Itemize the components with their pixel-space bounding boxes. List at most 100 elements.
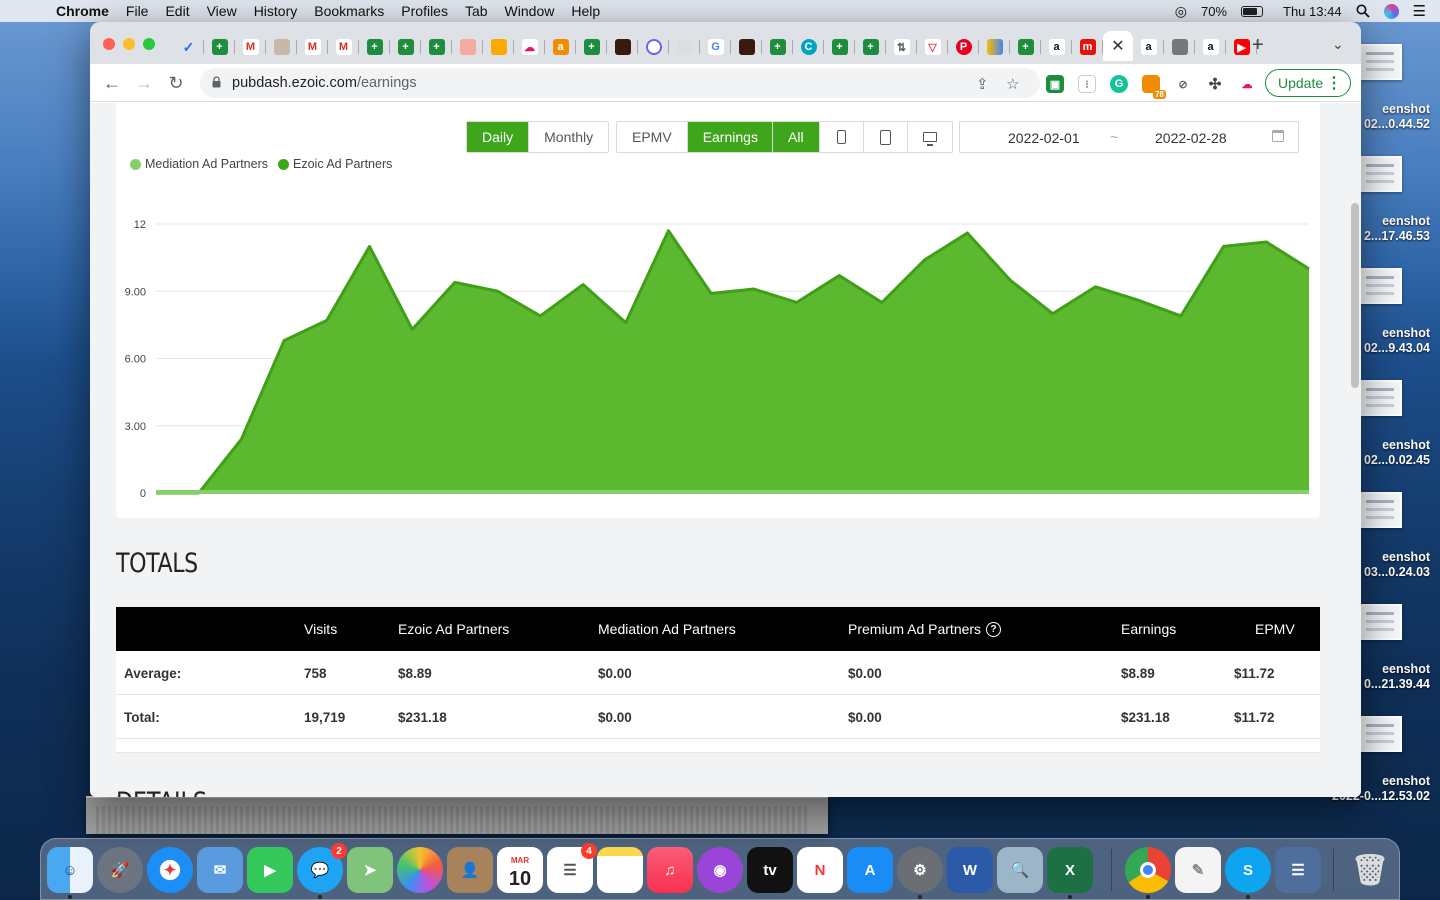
menu-bookmarks[interactable]: Bookmarks bbox=[314, 3, 384, 19]
finder-icon[interactable]: ☺ bbox=[47, 847, 93, 893]
mail-icon[interactable]: ✉ bbox=[197, 847, 243, 893]
menubar-clock[interactable]: Thu 13:44 bbox=[1283, 4, 1342, 19]
tab[interactable]: + bbox=[762, 35, 793, 59]
close-window-button[interactable] bbox=[103, 38, 115, 50]
tablet-device-button[interactable] bbox=[864, 122, 908, 152]
skype-icon[interactable]: S bbox=[1225, 847, 1271, 893]
messages-icon[interactable]: 💬 2 bbox=[297, 843, 347, 893]
menu-edit[interactable]: Edit bbox=[165, 3, 189, 19]
safari-icon[interactable]: ✦ bbox=[147, 847, 193, 893]
ezoic-area[interactable] bbox=[156, 230, 1309, 493]
menu-help[interactable]: Help bbox=[571, 3, 600, 19]
tab[interactable]: ▽ bbox=[917, 35, 948, 59]
bookmark-star-icon[interactable]: ☆ bbox=[1006, 75, 1019, 93]
tab[interactable]: ☁ bbox=[514, 35, 545, 59]
tasks-icon[interactable]: ☰ bbox=[1275, 847, 1321, 893]
apple-tv-icon[interactable]: tv bbox=[747, 847, 793, 893]
tab[interactable] bbox=[452, 35, 483, 59]
tab[interactable]: + bbox=[204, 35, 235, 59]
date-end[interactable]: 2022-02-28 bbox=[1155, 130, 1227, 146]
legend-item-ezoic[interactable]: Ezoic Ad Partners bbox=[278, 157, 392, 171]
contacts-icon[interactable]: 👤 bbox=[447, 847, 493, 893]
new-tab-button[interactable]: + bbox=[1252, 34, 1264, 57]
tab[interactable]: + bbox=[855, 35, 886, 59]
podcasts-icon[interactable]: ◉ bbox=[697, 847, 743, 893]
tab[interactable]: ✓ bbox=[173, 35, 204, 59]
battery-icon[interactable] bbox=[1241, 5, 1263, 17]
tab[interactable]: + bbox=[576, 35, 607, 59]
desktop-device-button[interactable] bbox=[908, 122, 952, 152]
reminders-icon[interactable]: ☰ 4 bbox=[547, 843, 597, 893]
calendar-icon[interactable] bbox=[1272, 130, 1284, 142]
word-icon[interactable]: W bbox=[947, 847, 993, 893]
news-icon[interactable]: N bbox=[797, 847, 843, 893]
date-start[interactable]: 2022-02-01 bbox=[1008, 130, 1080, 146]
grammarly-icon[interactable]: G bbox=[1110, 75, 1128, 93]
menu-history[interactable]: History bbox=[254, 3, 298, 19]
tab[interactable]: G bbox=[700, 35, 731, 59]
system-preferences-icon[interactable]: ⚙ bbox=[897, 847, 943, 893]
tab[interactable]: a bbox=[1041, 35, 1072, 59]
menu-file[interactable]: File bbox=[126, 3, 149, 19]
airdrop-icon[interactable]: ◎ bbox=[1175, 3, 1187, 20]
page-scrollbar[interactable] bbox=[1351, 203, 1359, 388]
lock-icon[interactable] bbox=[212, 76, 221, 88]
tab[interactable] bbox=[1164, 35, 1195, 59]
tab[interactable]: C bbox=[793, 35, 824, 59]
back-button[interactable]: ← bbox=[101, 72, 123, 94]
tab[interactable] bbox=[638, 35, 669, 59]
earnings-button[interactable]: Earnings bbox=[687, 122, 773, 152]
reload-button[interactable]: ↻ bbox=[165, 72, 187, 94]
tab[interactable]: + bbox=[824, 35, 855, 59]
all-devices-button[interactable]: All bbox=[773, 122, 820, 152]
chrome-update-button[interactable]: Update ⋮ bbox=[1265, 69, 1351, 97]
tab[interactable]: a bbox=[1195, 35, 1226, 59]
menu-profiles[interactable]: Profiles bbox=[401, 3, 448, 19]
tab[interactable]: + bbox=[390, 35, 421, 59]
background-window[interactable] bbox=[86, 796, 828, 834]
earnings-area-chart[interactable]: 0 3.00 6.00 9.00 12 Feb '22 03 Feb 05 Feb 07 Feb… bbox=[116, 181, 1320, 511]
tab[interactable]: + bbox=[359, 35, 390, 59]
chrome-icon[interactable] bbox=[1125, 847, 1171, 893]
forward-button[interactable]: → bbox=[133, 72, 155, 94]
tab[interactable]: ⇅ bbox=[886, 35, 917, 59]
monthly-button[interactable]: Monthly bbox=[529, 122, 608, 152]
share-icon[interactable]: ⇪ bbox=[976, 75, 989, 93]
tab[interactable] bbox=[266, 35, 297, 59]
tab[interactable]: M bbox=[297, 35, 328, 59]
tab[interactable]: a bbox=[545, 35, 576, 59]
legend-item-mediation[interactable]: Mediation Ad Partners bbox=[130, 157, 268, 171]
extension-icon[interactable]: ⁝ bbox=[1078, 75, 1096, 93]
zoom-window-button[interactable] bbox=[143, 38, 155, 50]
menu-app-name[interactable]: Chrome bbox=[56, 3, 109, 19]
tab[interactable] bbox=[607, 35, 638, 59]
launchpad-icon[interactable]: 🚀 bbox=[97, 847, 143, 893]
excel-icon[interactable]: X bbox=[1047, 847, 1093, 893]
url-text[interactable]: pubdash.ezoic.com/earnings bbox=[232, 75, 417, 91]
tab-search-chevron-icon[interactable]: ⌄ bbox=[1332, 36, 1344, 53]
spotlight-search-icon[interactable] bbox=[1356, 4, 1370, 18]
mobile-device-button[interactable] bbox=[820, 122, 864, 152]
menu-tab[interactable]: Tab bbox=[465, 3, 488, 19]
puzzle-extensions-icon[interactable]: ✣ bbox=[1206, 75, 1224, 93]
tab[interactable]: a bbox=[1133, 35, 1164, 59]
facetime-icon[interactable]: ▶ bbox=[247, 847, 293, 893]
menu-view[interactable]: View bbox=[207, 3, 237, 19]
help-icon[interactable]: ? bbox=[986, 621, 1002, 637]
chrome-menu-icon[interactable]: ⋮ bbox=[1326, 73, 1342, 93]
preview-icon[interactable]: 🔍 bbox=[997, 847, 1043, 893]
extension-icon[interactable]: ▣ bbox=[1046, 75, 1064, 93]
music-icon[interactable]: ♫ bbox=[647, 847, 693, 893]
epmv-button[interactable]: EPMV bbox=[617, 122, 688, 152]
tab[interactable]: M bbox=[328, 35, 359, 59]
photos-icon[interactable] bbox=[397, 847, 443, 893]
address-bar[interactable]: pubdash.ezoic.com/earnings ⇪ ☆ bbox=[200, 68, 1040, 98]
siri-icon[interactable] bbox=[1383, 3, 1399, 19]
tab[interactable]: + bbox=[421, 35, 452, 59]
notes-icon[interactable] bbox=[597, 847, 643, 893]
maps-icon[interactable]: ➤ bbox=[347, 847, 393, 893]
tab[interactable] bbox=[731, 35, 762, 59]
minimize-window-button[interactable] bbox=[123, 38, 135, 50]
calendar-icon[interactable]: MAR 10 bbox=[497, 847, 543, 893]
control-center-icon[interactable]: ☰ bbox=[1413, 2, 1426, 20]
